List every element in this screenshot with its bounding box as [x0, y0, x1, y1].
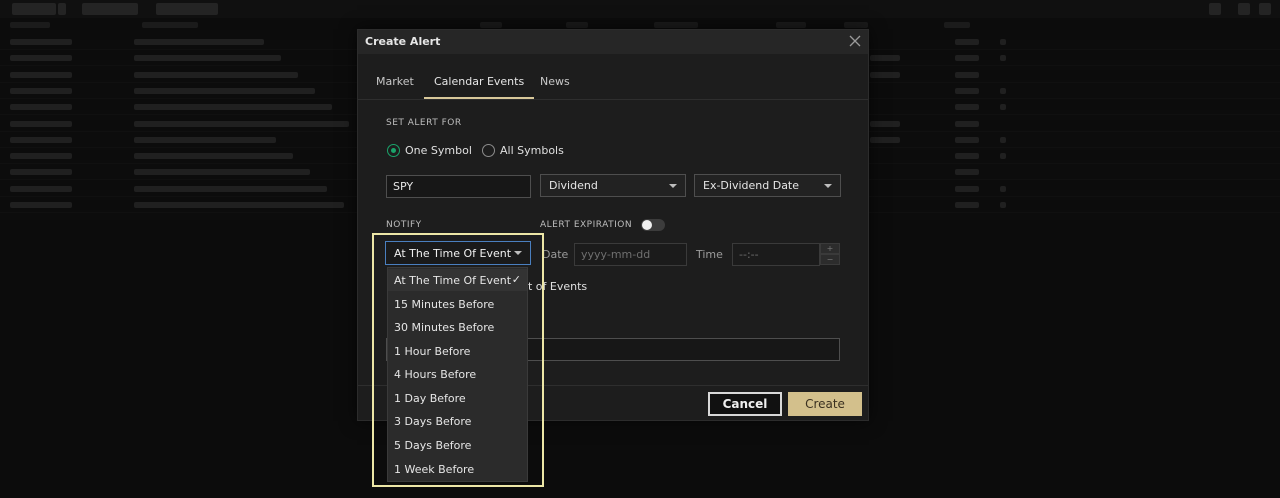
radio-all-symbols[interactable]: All Symbols	[482, 144, 564, 157]
chevron-down-icon	[669, 184, 677, 188]
time-label: Time	[696, 248, 723, 261]
time-input[interactable]: --:--	[732, 243, 820, 266]
date-label: Date	[542, 248, 569, 261]
date-input[interactable]: yyyy-mm-dd	[574, 243, 687, 266]
radio-one-symbol-label: One Symbol	[405, 144, 472, 157]
close-icon	[849, 35, 861, 47]
stepper-down[interactable]: −	[820, 254, 840, 265]
create-button[interactable]: Create	[788, 392, 862, 416]
radio-unselected-indicator	[482, 144, 495, 157]
time-placeholder: --:--	[739, 248, 759, 261]
stepper-up[interactable]: +	[820, 243, 840, 254]
alert-expiration-label: ALERT EXPIRATION	[540, 220, 633, 230]
tab-news[interactable]: News	[540, 75, 570, 99]
radio-one-symbol[interactable]: One Symbol	[387, 144, 472, 157]
event-subtype-value: Ex-Dividend Date	[703, 179, 800, 192]
tab-bar: Market Calendar Events News	[358, 70, 868, 100]
tab-market[interactable]: Market	[376, 75, 414, 99]
radio-selected-indicator	[387, 144, 400, 157]
close-button[interactable]	[848, 34, 862, 48]
set-alert-for-label: SET ALERT FOR	[386, 118, 462, 128]
toggle-knob	[642, 220, 652, 230]
annotation-highlight-box	[372, 233, 544, 487]
cancel-button[interactable]: Cancel	[708, 392, 782, 416]
tab-calendar-events[interactable]: Calendar Events	[424, 75, 535, 99]
dialog-header: Create Alert	[358, 30, 868, 54]
date-placeholder: yyyy-mm-dd	[581, 248, 651, 261]
dialog-title: Create Alert	[365, 35, 441, 48]
chevron-down-icon	[824, 184, 832, 188]
event-type-value: Dividend	[549, 179, 598, 192]
alert-expiration-toggle[interactable]	[641, 219, 665, 231]
event-subtype-select[interactable]: Ex-Dividend Date	[694, 174, 841, 197]
time-stepper[interactable]: + −	[820, 243, 840, 266]
event-type-select[interactable]: Dividend	[540, 174, 686, 197]
symbol-input[interactable]: SPY	[386, 175, 531, 198]
notify-label: NOTIFY	[386, 220, 422, 230]
radio-all-symbols-label: All Symbols	[500, 144, 564, 157]
